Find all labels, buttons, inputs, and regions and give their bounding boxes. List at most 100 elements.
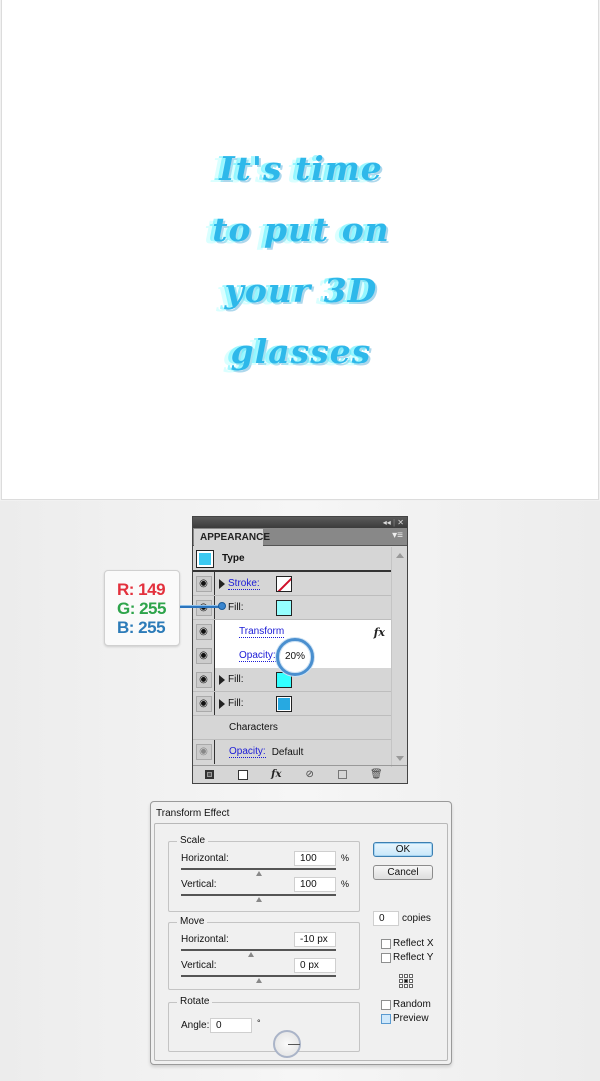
angle-dial[interactable]	[273, 1030, 301, 1058]
copies-input[interactable]: 0	[373, 911, 399, 926]
scale-horizontal-input[interactable]: 100	[294, 851, 336, 866]
duplicate-item-icon[interactable]	[337, 769, 349, 781]
artwork-line: to put on	[212, 210, 390, 249]
cancel-button[interactable]: Cancel	[373, 865, 433, 880]
fill-label: Fill:	[228, 674, 244, 685]
slider-thumb[interactable]	[256, 897, 262, 902]
move-vertical-input[interactable]: 0 px	[294, 958, 336, 973]
move-vertical-label: Vertical:	[181, 960, 217, 971]
move-vertical-slider[interactable]	[181, 975, 336, 983]
clear-appearance-icon[interactable]: ⊘	[304, 769, 316, 781]
visibility-eye-icon[interactable]: ◉	[195, 695, 212, 712]
scale-vertical-label: Vertical:	[181, 879, 217, 890]
artwork-text: It's time to put on your 3D glasses	[2, 138, 600, 382]
copies-label: copies	[402, 913, 431, 924]
move-group-label: Move	[177, 916, 208, 927]
callout-connector-dot	[218, 602, 226, 610]
fill-row[interactable]: ◉ Fill:	[193, 692, 391, 716]
artboard: It's time to put on your 3D glasses	[1, 0, 599, 500]
type-row[interactable]: Type	[193, 547, 391, 572]
move-group: Move Horizontal: -10 px Vertical: 0 px	[168, 916, 360, 990]
angle-unit: °	[257, 1018, 261, 1028]
fill-swatch[interactable]	[276, 695, 292, 712]
scale-vertical-input[interactable]: 100	[294, 877, 336, 892]
scroll-down-icon[interactable]	[396, 756, 404, 761]
panel-scrollbar[interactable]	[391, 547, 407, 767]
panel-menu-icon[interactable]: ▾≡	[392, 530, 403, 541]
slider-thumb[interactable]	[256, 871, 262, 876]
red-value: R: 149	[117, 580, 166, 599]
visibility-eye-icon[interactable]: ◉	[195, 624, 212, 640]
opacity-link[interactable]: Opacity:	[229, 746, 266, 758]
reflect-y-label: Reflect Y	[393, 952, 434, 963]
blue-value: B: 255	[117, 618, 166, 637]
disclosure-triangle-icon[interactable]	[219, 578, 225, 589]
opacity-link[interactable]: Opacity:	[239, 650, 276, 662]
artwork-line: glasses	[230, 332, 372, 371]
ok-button[interactable]: OK	[373, 842, 433, 857]
stroke-row[interactable]: ◉ Stroke:	[193, 572, 391, 596]
object-type-label: Type	[222, 553, 245, 564]
scale-horizontal-unit: %	[341, 853, 350, 863]
delete-item-icon[interactable]: 🗑	[370, 769, 383, 781]
panel-titlebar: ◂◂ | ✕	[193, 517, 407, 528]
move-horizontal-slider[interactable]	[181, 949, 336, 957]
fill-label: Fill:	[228, 698, 244, 709]
artwork-line: It's time	[219, 149, 383, 188]
disclosure-triangle-icon[interactable]	[219, 674, 225, 685]
add-new-stroke-icon[interactable]	[204, 769, 216, 781]
reflect-x-label: Reflect X	[393, 938, 434, 949]
opacity-value: Default	[271, 746, 304, 758]
close-icon[interactable]: ✕	[397, 518, 404, 527]
rgb-callout: R: 149 G: 255 B: 255	[104, 570, 180, 646]
visibility-eye-icon[interactable]: ◉	[195, 671, 212, 688]
preview-checkbox[interactable]: Preview	[381, 1013, 429, 1024]
scroll-up-icon[interactable]	[396, 553, 404, 558]
rotate-group-label: Rotate	[177, 996, 213, 1007]
scale-horizontal-slider[interactable]	[181, 868, 336, 876]
type-thumbnail	[196, 549, 214, 568]
reference-point-icon[interactable]	[399, 974, 413, 988]
scale-group-label: Scale	[177, 835, 209, 846]
slider-thumb[interactable]	[256, 978, 262, 983]
scale-vertical-slider[interactable]	[181, 894, 336, 902]
visibility-eye-icon[interactable]: ◉	[195, 648, 212, 664]
angle-input[interactable]: 0	[210, 1018, 252, 1033]
scale-horizontal-label: Horizontal:	[181, 853, 229, 864]
dial-hand	[288, 1044, 300, 1045]
opacity-row[interactable]: ◉ Opacity: Default	[193, 740, 391, 764]
scale-group: Scale Horizontal: 100 % Vertical: 100 %	[168, 835, 360, 912]
tab-appearance[interactable]: APPEARANCE	[194, 529, 270, 546]
visibility-eye-icon[interactable]: ◉	[195, 744, 212, 760]
characters-label: Characters	[229, 722, 278, 733]
panel-footer: fx ⊘ 🗑	[193, 765, 407, 783]
transform-effect-dialog: Transform Effect Scale Horizontal: 100 %…	[150, 801, 452, 1065]
disclosure-triangle-icon[interactable]	[219, 698, 225, 709]
fill-swatch[interactable]	[276, 599, 292, 616]
rotate-group: Rotate Angle: 0 °	[168, 996, 360, 1052]
angle-label: Angle:	[181, 1020, 210, 1031]
fill-label: Fill:	[228, 602, 244, 613]
opacity-value-highlight: 20%	[276, 638, 314, 676]
reflect-y-checkbox[interactable]: Reflect Y	[381, 952, 433, 963]
slider-thumb[interactable]	[248, 952, 254, 957]
artwork-line: your 3D	[224, 271, 378, 310]
transform-effect-link[interactable]: Transform	[239, 626, 285, 638]
stroke-link[interactable]: Stroke:	[228, 578, 260, 590]
dialog-title: Transform Effect	[156, 808, 230, 819]
move-horizontal-label: Horizontal:	[181, 934, 229, 945]
callout-connector	[180, 605, 222, 608]
green-value: G: 255	[117, 599, 166, 618]
fx-icon: fx	[373, 625, 385, 639]
reflect-x-checkbox[interactable]: Reflect X	[381, 938, 434, 949]
collapse-icon[interactable]: ◂◂	[383, 518, 391, 527]
scale-vertical-unit: %	[341, 879, 350, 889]
stroke-swatch-none[interactable]	[276, 575, 292, 592]
random-checkbox[interactable]: Random	[381, 999, 431, 1010]
characters-row[interactable]: Characters	[193, 716, 391, 740]
visibility-eye-icon[interactable]: ◉	[195, 575, 212, 592]
preview-label: Preview	[393, 1013, 429, 1024]
add-new-fill-icon[interactable]	[237, 769, 249, 781]
add-effect-icon[interactable]: fx	[270, 769, 282, 781]
move-horizontal-input[interactable]: -10 px	[294, 932, 336, 947]
